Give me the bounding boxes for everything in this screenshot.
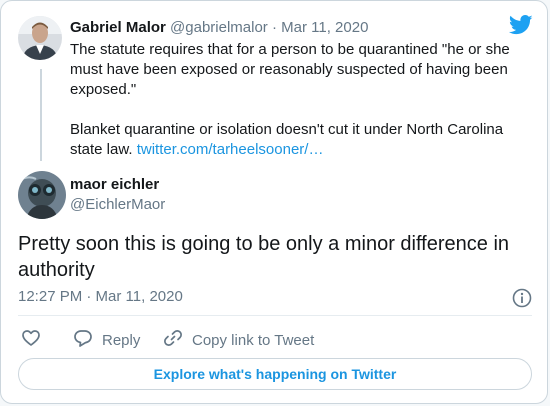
author-handle[interactable]: @EichlerMaor (70, 195, 165, 215)
author-avatar[interactable] (18, 171, 66, 219)
actions-divider (18, 315, 532, 316)
explore-twitter-button[interactable]: Explore what's happening on Twitter (18, 358, 532, 390)
speech-bubble-icon (73, 328, 93, 353)
link-icon (163, 328, 183, 353)
quoted-paragraph-1: The statute requires that for a person t… (70, 41, 510, 98)
heart-icon (21, 328, 41, 353)
info-icon[interactable] (512, 288, 532, 313)
quoted-tweet-link[interactable]: twitter.com/tarheelsooner/… (137, 141, 324, 158)
copy-link-button[interactable]: Copy link to Tweet (163, 328, 314, 353)
quoted-paragraph-2: Blanket quarantine or isolation doesn't … (70, 120, 530, 160)
copy-link-label: Copy link to Tweet (192, 331, 315, 349)
thread-connector-line (40, 69, 42, 161)
quoted-tweet-date[interactable]: Mar 11, 2020 (281, 19, 368, 36)
reply-button[interactable]: Reply (73, 328, 140, 353)
tweet-text: Pretty soon this is going to be only a m… (18, 233, 510, 281)
quoted-meta-separator: · (267, 19, 282, 36)
like-button[interactable] (21, 328, 41, 353)
quoted-author-avatar[interactable] (18, 16, 62, 60)
quoted-author-name[interactable]: Gabriel Malor (70, 19, 166, 36)
tweet-timestamp[interactable]: 12:27 PM · Mar 11, 2020 (18, 287, 183, 307)
tweet-embed-card: Gabriel Malor @gabrielmalor · Mar 11, 20… (0, 0, 548, 404)
reply-label: Reply (102, 331, 141, 349)
author-name[interactable]: maor eichler (70, 175, 159, 195)
quoted-author-handle[interactable]: @gabrielmalor (170, 19, 268, 36)
quoted-tweet-header: Gabriel Malor @gabrielmalor · Mar 11, 20… (70, 18, 368, 38)
quoted-tweet-text: The statute requires that for a person t… (70, 40, 530, 160)
twitter-bird-icon[interactable] (508, 15, 533, 40)
